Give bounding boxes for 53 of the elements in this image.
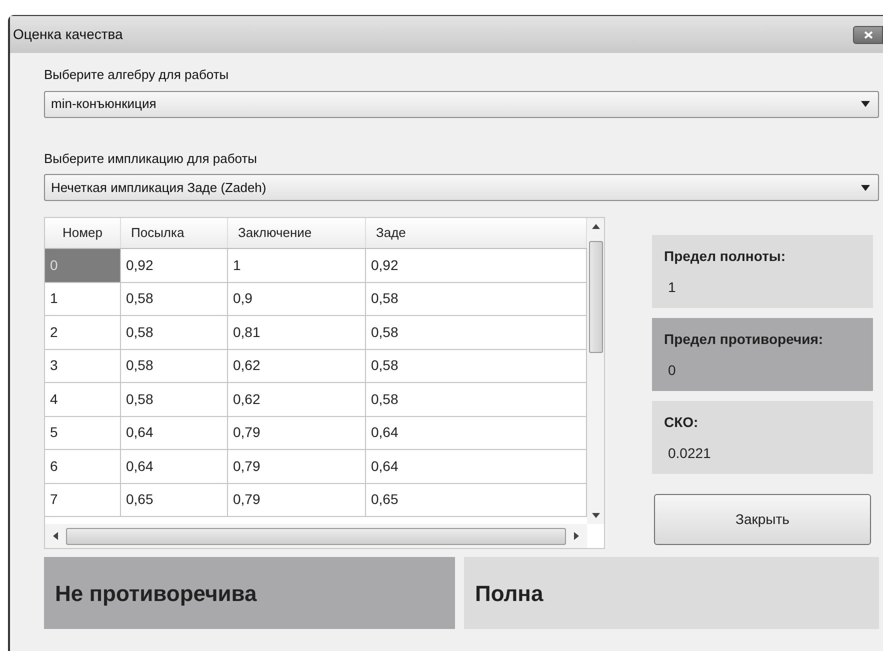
scroll-up-arrow-icon <box>592 224 600 229</box>
horizontal-scrollbar[interactable] <box>45 524 587 548</box>
table-cell: 0,92 <box>121 249 228 282</box>
table-cell: 0,58 <box>121 383 228 416</box>
table-cell: 6 <box>45 450 121 482</box>
stat-value: 0 <box>667 360 677 380</box>
close-icon <box>864 30 872 38</box>
table-cell: 1 <box>45 282 121 315</box>
implication-dropdown[interactable]: Нечеткая импликация Заде (Zadeh) <box>44 174 879 201</box>
scroll-right-arrow-icon <box>574 532 579 540</box>
table-cell: 4 <box>45 383 121 416</box>
algebra-dropdown[interactable]: min-конъюнкиция <box>44 90 879 118</box>
table-cell: 0,58 <box>121 316 228 348</box>
table-cell: 0,9 <box>228 282 366 315</box>
stat-value: 0.0221 <box>667 444 712 462</box>
scroll-down-arrow-icon <box>592 513 600 518</box>
table-cell: 0,64 <box>121 416 228 449</box>
table-cell: 1 <box>228 249 366 282</box>
field-label: Выберите алгебру для работы <box>44 66 230 84</box>
table-cell: 7 <box>45 484 121 516</box>
dropdown-arrow-icon <box>861 184 870 190</box>
scroll-thumb[interactable] <box>588 241 602 353</box>
column-header[interactable]: Посылка <box>121 218 228 248</box>
table-cell: 0,79 <box>228 484 366 516</box>
table-cell: 0,65 <box>121 484 228 516</box>
close-button[interactable] <box>853 26 883 44</box>
scroll-left-arrow-icon <box>53 532 58 540</box>
table-cell: 0,79 <box>228 450 366 482</box>
table-cell: 0,62 <box>228 350 366 382</box>
window-title: Оценка качества <box>13 25 124 44</box>
table-cell: 5 <box>45 416 121 449</box>
close-dialog-button[interactable]: Закрыть <box>654 494 871 545</box>
stat-label: Предел полноты: <box>664 246 787 266</box>
field-label: Выберите импликацию для работы <box>44 150 258 168</box>
table-cell: 0,58 <box>121 282 228 315</box>
scroll-thumb[interactable] <box>66 528 566 544</box>
column-header[interactable]: Номер <box>45 218 121 248</box>
dropdown-arrow-icon <box>861 101 870 107</box>
vertical-scrollbar[interactable] <box>587 218 604 524</box>
table-cell: 0,64 <box>121 450 228 482</box>
stat-value: 1 <box>667 278 677 296</box>
table-cell: 2 <box>45 316 121 348</box>
table-cell: 0,79 <box>228 416 366 449</box>
table-cell: 3 <box>45 350 121 382</box>
table-cell: 0,81 <box>228 316 366 348</box>
result-text: Полна <box>475 580 544 608</box>
table-cell: 0 <box>45 249 121 282</box>
stat-label: СКО: <box>664 412 700 432</box>
table-cell: 0,62 <box>228 383 366 416</box>
table-cell: 0,58 <box>121 350 228 382</box>
stat-label: Предел противоречия: <box>664 330 824 349</box>
result-text: Не противоречива <box>55 580 257 608</box>
column-header[interactable]: Заключение <box>228 218 366 248</box>
